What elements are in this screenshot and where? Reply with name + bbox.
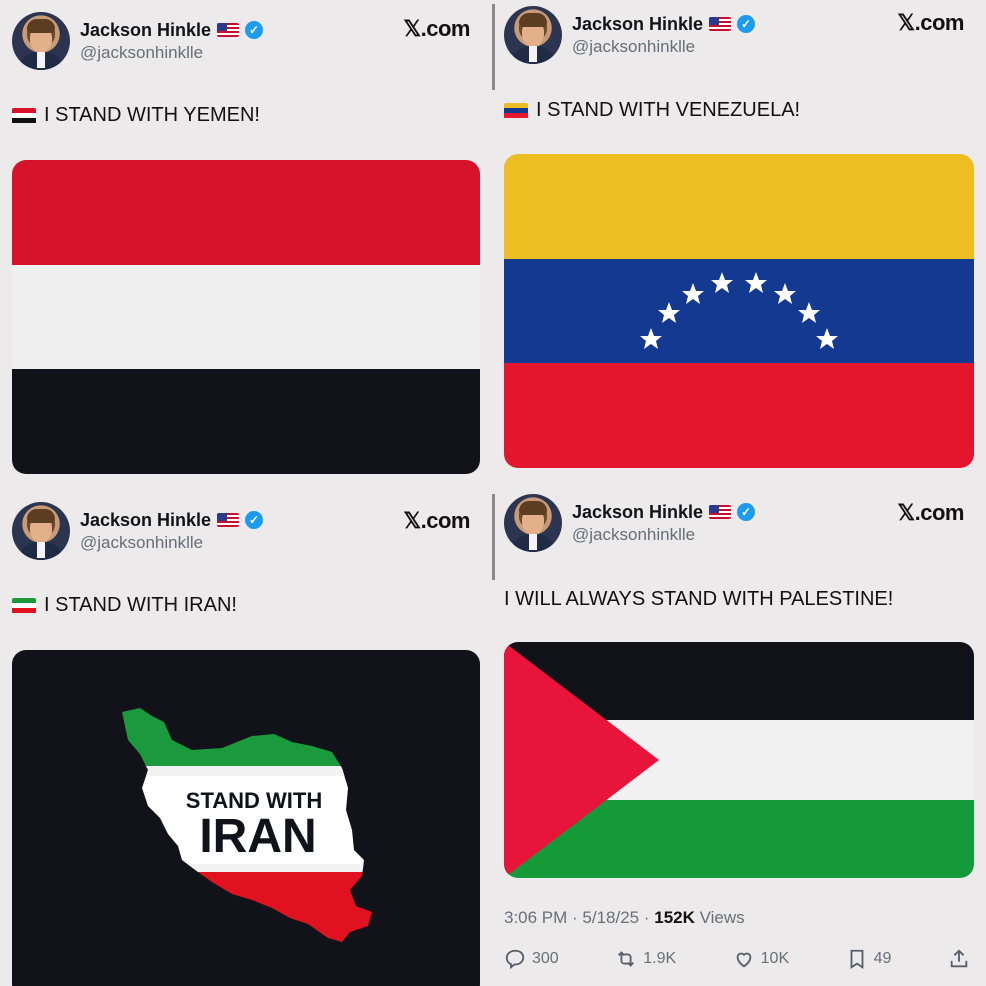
x-logo: 𝕏.com bbox=[403, 508, 470, 533]
tweet-text: I STAND WITH YEMEN! bbox=[12, 104, 260, 127]
avatar[interactable] bbox=[12, 12, 70, 70]
author-handle[interactable]: @jacksonhinklle bbox=[80, 43, 263, 63]
author-handle[interactable]: @jacksonhinklle bbox=[572, 525, 755, 545]
us-flag-icon bbox=[217, 23, 240, 37]
tweet-header: Jackson Hinkle ✓ @jacksonhinklle bbox=[12, 12, 264, 70]
yemen-flag-icon bbox=[12, 107, 36, 124]
repost-icon bbox=[618, 951, 635, 967]
heart-icon bbox=[736, 952, 751, 968]
palestine-flag-image[interactable] bbox=[504, 642, 974, 878]
x-logo: 𝕏.com bbox=[897, 10, 964, 35]
tweet-card-yemen[interactable]: Jackson Hinkle ✓ @jacksonhinklle 𝕏.com I… bbox=[0, 0, 492, 490]
x-logo: 𝕏.com bbox=[403, 16, 470, 41]
tweet-header: Jackson Hinkle ✓ @jacksonhinklle bbox=[504, 6, 756, 64]
reply-button[interactable]: 300 bbox=[504, 948, 559, 970]
iran-map-image[interactable]: STAND WITH IRAN bbox=[12, 650, 480, 986]
palestine-triangle bbox=[504, 642, 659, 878]
us-flag-icon bbox=[217, 513, 240, 527]
bookmark-icon bbox=[850, 949, 864, 969]
tweet-card-palestine[interactable]: Jackson Hinkle ✓ @jacksonhinklle 𝕏.com I… bbox=[492, 490, 986, 986]
tweet-meta: 3:06 PM · 5/18/25 · 152K Views bbox=[504, 908, 745, 928]
tweet-header: Jackson Hinkle ✓ @jacksonhinklle bbox=[504, 494, 756, 552]
author-name[interactable]: Jackson Hinkle bbox=[80, 510, 211, 531]
tweet-timestamp[interactable]: 3:06 PM · 5/18/25 · bbox=[504, 908, 654, 927]
divider bbox=[492, 4, 495, 90]
views-count: 152K bbox=[654, 908, 695, 927]
verified-badge-icon: ✓ bbox=[737, 503, 756, 521]
stars-arc-icon bbox=[640, 272, 838, 349]
avatar[interactable] bbox=[504, 6, 562, 64]
author-handle[interactable]: @jacksonhinklle bbox=[80, 533, 263, 553]
map-text-bottom: IRAN bbox=[199, 810, 316, 863]
tweet-text: I STAND WITH IRAN! bbox=[12, 594, 237, 617]
share-button[interactable] bbox=[948, 948, 970, 970]
venezuela-flag-icon bbox=[504, 102, 528, 119]
reply-icon bbox=[505, 949, 525, 970]
us-flag-icon bbox=[709, 505, 732, 519]
repost-button[interactable]: 1.9K bbox=[615, 948, 676, 970]
author-handle[interactable]: @jacksonhinklle bbox=[572, 37, 755, 57]
us-flag-icon bbox=[709, 17, 732, 31]
bookmark-button[interactable]: 49 bbox=[846, 948, 891, 970]
tweet-card-iran[interactable]: Jackson Hinkle ✓ @jacksonhinklle 𝕏.com I… bbox=[0, 490, 492, 986]
yemen-flag-image[interactable] bbox=[12, 160, 480, 474]
venezuela-flag-image[interactable] bbox=[504, 154, 974, 468]
author-name[interactable]: Jackson Hinkle bbox=[80, 20, 211, 41]
tweet-text: I WILL ALWAYS STAND WITH PALESTINE! bbox=[504, 588, 894, 610]
divider bbox=[492, 494, 495, 580]
iran-map-graphic: STAND WITH IRAN bbox=[122, 708, 372, 942]
views-label: Views bbox=[694, 908, 745, 927]
tweet-actions: 300 1.9K 10K 49 bbox=[504, 948, 970, 970]
verified-badge-icon: ✓ bbox=[737, 15, 756, 33]
like-button[interactable]: 10K bbox=[733, 948, 789, 970]
author-name[interactable]: Jackson Hinkle bbox=[572, 502, 703, 523]
author-name[interactable]: Jackson Hinkle bbox=[572, 14, 703, 35]
tweet-header: Jackson Hinkle ✓ @jacksonhinklle bbox=[12, 502, 264, 560]
x-logo: 𝕏.com bbox=[897, 500, 964, 525]
avatar[interactable] bbox=[504, 494, 562, 552]
avatar[interactable] bbox=[12, 502, 70, 560]
share-icon bbox=[950, 949, 968, 968]
verified-badge-icon: ✓ bbox=[245, 511, 264, 529]
tweet-text: I STAND WITH VENEZUELA! bbox=[504, 99, 800, 122]
tweet-card-venezuela[interactable]: Jackson Hinkle ✓ @jacksonhinklle 𝕏.com I… bbox=[492, 0, 986, 490]
verified-badge-icon: ✓ bbox=[245, 21, 264, 39]
iran-flag-icon bbox=[12, 597, 36, 614]
